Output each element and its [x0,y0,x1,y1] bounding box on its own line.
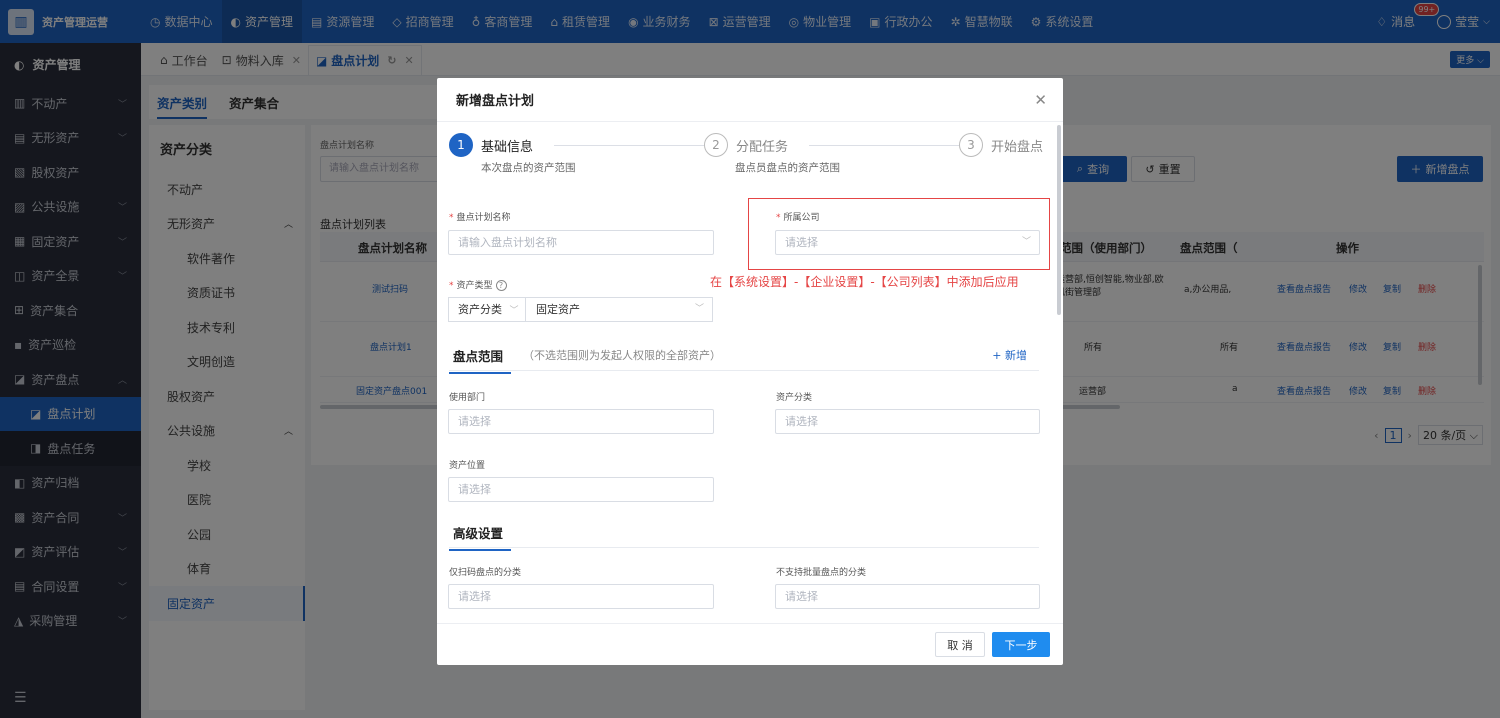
asset-class-value: 固定资产 [536,303,580,316]
class-label: 资产分类 [776,393,813,403]
close-icon[interactable]: ✕ [1034,91,1047,109]
step-indicator: 1 基础信息 本次盘点的资产范围 2 分配任务 盘点员盘点的资产范围 3 开始盘… [449,133,1049,174]
label-text: 所属公司 [783,213,820,223]
asset-type-value: 资产分类 [458,303,502,316]
step-number: 1 [449,133,473,157]
scan-only-label: 仅扫码盘点的分类 [449,568,522,578]
company-placeholder: 请选择 [785,236,818,249]
chevron-down-icon: ﹀ [694,304,704,314]
step-desc: 盘点员盘点的资产范围 [735,162,840,174]
label-text: 资产类型 [456,281,493,291]
scope-section-hint: （不选范围则为发起人权限的全部资产） [523,349,721,362]
location-select[interactable]: 请选择 [448,477,714,502]
dept-label: 使用部门 [449,393,486,403]
annotation-note: 在【系统设置】-【企业设置】-【公司列表】中添加后应用 [710,275,1019,289]
dialog-title: 新增盘点计划 [437,78,1063,122]
step-desc: 本次盘点的资产范围 [481,162,576,174]
no-batch-select[interactable]: 请选择 [775,584,1040,609]
chevron-down-icon: ﹀ [509,306,519,316]
step-assign-task[interactable]: 2 分配任务 [704,133,788,157]
next-step-button[interactable]: 下一步 [992,632,1050,657]
new-inventory-plan-dialog: 新增盘点计划 ✕ 1 基础信息 本次盘点的资产范围 2 分配任务 盘点员盘点的资… [437,78,1063,665]
location-label: 资产位置 [449,461,486,471]
cancel-button[interactable]: 取 消 [935,632,985,657]
class-select[interactable]: 请选择 [775,409,1040,434]
no-batch-label: 不支持批量盘点的分类 [776,568,867,578]
scan-only-select[interactable]: 请选择 [448,584,714,609]
help-icon[interactable]: ? [495,280,507,291]
step-title: 基础信息 [481,140,534,155]
dialog-scrollbar[interactable] [1057,125,1061,315]
step-connector [809,145,959,146]
step-start-inventory[interactable]: 3 开始盘点 [959,133,1043,157]
plan-name-input[interactable]: 请输入盘点计划名称 [448,230,714,255]
step-number: 3 [959,133,983,157]
company-label: * 所属公司 [776,213,820,223]
company-select[interactable]: 请选择 ﹀ [775,230,1040,255]
step-connector [554,145,704,146]
asset-class-select[interactable]: 固定资产 ﹀ [525,297,713,322]
divider [449,370,1039,371]
dialog-footer: 取 消 下一步 [437,623,1063,665]
step-basic-info[interactable]: 1 基础信息 [449,133,533,157]
step-title: 开始盘点 [991,140,1044,155]
chevron-down-icon: ﹀ [1021,237,1031,247]
step-title: 分配任务 [736,140,789,155]
add-scope-link[interactable]: + 新增 [992,347,1027,363]
asset-type-select[interactable]: 资产分类 ﹀ [448,297,525,322]
label-text: 盘点计划名称 [456,213,511,223]
dept-select[interactable]: 请选择 [448,409,714,434]
asset-type-label: * 资产类型? [449,278,507,291]
plan-name-label: * 盘点计划名称 [449,213,511,223]
step-number: 2 [704,133,728,157]
divider [449,547,1039,548]
